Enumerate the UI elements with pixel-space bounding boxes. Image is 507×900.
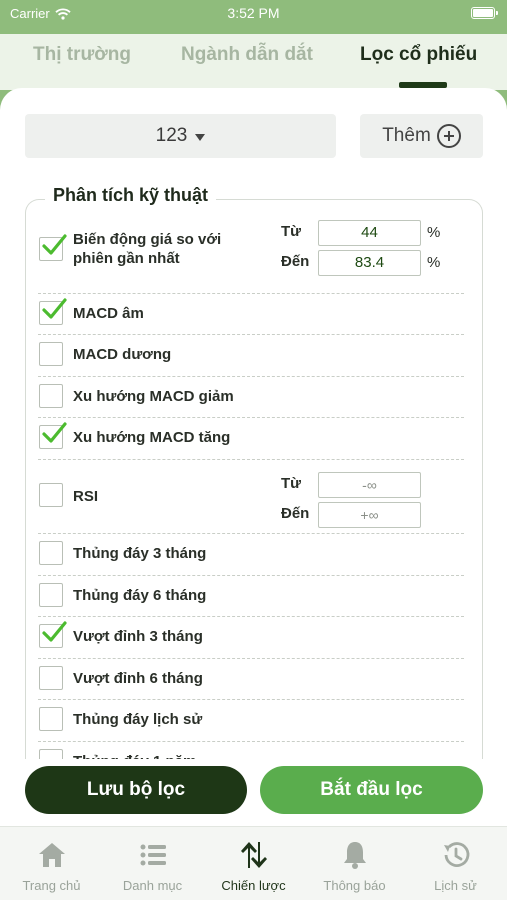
nav-label-notifications: Thông báo — [323, 878, 386, 893]
swap-arrows-icon — [240, 842, 267, 868]
nav-label-strategy: Chiến lược — [221, 878, 286, 893]
criteria-row[interactable]: Xu hướng MACD giảm — [26, 377, 482, 418]
nav-label-history: Lịch sử — [434, 878, 477, 893]
criteria-checkbox[interactable] — [39, 234, 67, 261]
criteria-row[interactable]: RSI Từ -∞ Đến +∞ — [26, 460, 482, 534]
nav-item-strategy[interactable]: Chiến lược — [203, 827, 304, 900]
criteria-label: MACD âm — [73, 304, 144, 322]
home-icon — [38, 843, 65, 867]
caret-down-icon — [195, 134, 206, 141]
percent-unit: % — [427, 224, 441, 241]
criteria-row[interactable]: Vượt đỉnh 6 tháng — [26, 659, 482, 700]
criteria-row[interactable]: Thủng đáy 1 năm — [26, 742, 482, 759]
checkmark-icon — [42, 297, 67, 319]
criteria-checkbox[interactable] — [39, 707, 63, 731]
criteria-checkbox[interactable] — [39, 483, 63, 507]
add-filter-button[interactable]: Thêm — [360, 114, 483, 158]
plus-circle-icon — [436, 124, 461, 148]
range-from-label: Từ — [281, 475, 302, 492]
add-filter-label: Thêm — [382, 125, 431, 146]
nav-item-notifications[interactable]: Thông báo — [304, 827, 405, 900]
criteria-label: MACD dương — [73, 346, 172, 363]
section-title: Phân tích kỹ thuật — [45, 185, 217, 206]
range-from-input[interactable]: -∞ — [318, 472, 421, 498]
tab-stock-filter[interactable]: Lọc cổ phiếu — [360, 44, 477, 66]
criteria-row[interactable]: Xu hướng MACD tăng — [26, 418, 482, 460]
range-from-input[interactable]: 44 — [318, 220, 421, 246]
checkmark-icon — [42, 422, 67, 443]
tab-market[interactable]: Thị trường — [33, 44, 131, 66]
criteria-label: Biến động giá so với phiên gần nhất — [73, 231, 222, 267]
criteria-row[interactable]: Biến động giá so với phiên gần nhất Từ 44%… — [26, 208, 482, 294]
range-to-label: Đến — [281, 253, 310, 270]
technical-analysis-section: Biến động giá so với phiên gần nhất Từ 44%… — [25, 199, 483, 759]
start-filter-button[interactable]: Bắt đầu lọc — [260, 766, 483, 814]
status-bar: Carrier 3:52 PM — [0, 0, 507, 28]
criteria-label: Thủng đáy lịch sử — [73, 711, 203, 728]
criteria-label: RSI — [73, 488, 99, 505]
top-tab-bar: Thị trường Ngành dẫn dắt Lọc cổ phiếu — [0, 34, 507, 90]
bottom-nav: Trang chủ Danh mục Chiến lược Thông báo … — [0, 826, 507, 900]
criteria-checkbox[interactable] — [39, 665, 63, 690]
percent-unit: % — [427, 254, 441, 271]
list-icon — [140, 844, 166, 866]
criteria-label: Xu hướng MACD tăng — [73, 429, 231, 446]
bell-icon — [343, 842, 366, 869]
battery-icon — [471, 7, 498, 19]
checkmark-icon — [42, 234, 67, 255]
criteria-checkbox[interactable] — [39, 621, 67, 648]
history-icon — [443, 842, 469, 867]
range-to-input[interactable]: +∞ — [318, 502, 421, 528]
criteria-row[interactable]: Thủng đáy lịch sử — [26, 700, 482, 742]
criteria-label: Vượt đỉnh 3 tháng — [73, 628, 203, 645]
save-filter-button[interactable]: Lưu bộ lọc — [25, 766, 247, 814]
criteria-label: Thủng đáy 1 năm — [73, 752, 196, 759]
nav-item-home[interactable]: Trang chủ — [1, 827, 102, 900]
criteria-checkbox[interactable] — [39, 422, 67, 449]
tab-leading-sectors[interactable]: Ngành dẫn dắt — [181, 44, 313, 66]
criteria-checkbox[interactable] — [39, 383, 63, 408]
checkmark-icon — [42, 621, 67, 642]
criteria-checkbox[interactable] — [39, 749, 63, 759]
criteria-label: Thủng đáy 6 tháng — [73, 586, 207, 604]
criteria-row[interactable]: MACD dương — [26, 335, 482, 377]
criteria-checkbox[interactable] — [39, 541, 63, 565]
range-to-input[interactable]: 83.4 — [318, 250, 421, 276]
criteria-checkbox[interactable] — [39, 297, 67, 325]
criteria-row[interactable]: Thủng đáy 3 tháng — [26, 534, 482, 576]
nav-item-portfolio[interactable]: Danh mục — [102, 827, 203, 900]
filter-preset-value: 123 — [155, 125, 188, 146]
criteria-row[interactable]: Thủng đáy 6 tháng — [26, 576, 482, 617]
range-from-label: Từ — [281, 223, 302, 240]
criteria-checkbox[interactable] — [39, 582, 63, 607]
nav-label-home: Trang chủ — [22, 878, 81, 893]
status-time: 3:52 PM — [227, 5, 280, 21]
filter-preset-dropdown[interactable]: 123 — [25, 114, 336, 158]
criteria-checkbox[interactable] — [39, 342, 63, 366]
criteria-label: Xu hướng MACD giảm — [73, 387, 234, 405]
criteria-row[interactable]: MACD âm — [26, 294, 482, 335]
nav-item-history[interactable]: Lịch sử — [405, 827, 506, 900]
nav-label-portfolio: Danh mục — [122, 878, 183, 893]
criteria-label: Thủng đáy 3 tháng — [73, 545, 207, 562]
criteria-label: Vượt đỉnh 6 tháng — [73, 669, 203, 687]
range-to-label: Đến — [281, 505, 310, 522]
criteria-row[interactable]: Vượt đỉnh 3 tháng — [26, 617, 482, 659]
